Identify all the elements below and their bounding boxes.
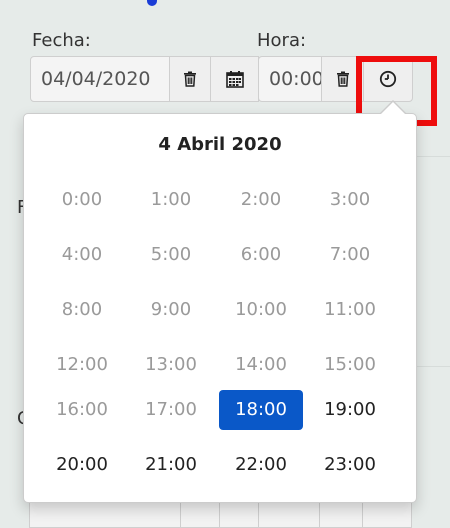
hour-option: 12:00: [56, 354, 108, 375]
calendar-icon: [225, 70, 244, 88]
picker-title: 4 Abril 2020: [158, 134, 282, 155]
hour-option: 6:00: [240, 244, 282, 265]
trash-icon: [336, 71, 350, 87]
hour-option: 10:00: [235, 299, 287, 320]
hour-option: 9:00: [150, 299, 192, 320]
time-input[interactable]: 00:00: [258, 56, 322, 102]
hour-option: 1:00: [150, 189, 192, 210]
hour-option: 13:00: [145, 354, 197, 375]
popup-arrow: [381, 102, 405, 114]
time-label: Hora:: [257, 30, 307, 51]
hour-option: 2:00: [240, 189, 282, 210]
hour-option: 17:00: [145, 399, 197, 420]
hour-option: 16:00: [56, 399, 108, 420]
hour-option[interactable]: 20:00: [40, 445, 124, 485]
hour-option: 15:00: [324, 354, 376, 375]
hour-option[interactable]: 21:00: [129, 445, 213, 485]
hour-option: 7:00: [329, 244, 371, 265]
hour-option: 11:00: [324, 299, 376, 320]
hour-option[interactable]: 22:00: [219, 445, 303, 485]
decorative-dot: [147, 0, 157, 6]
hour-option: 14:00: [235, 354, 287, 375]
date-calendar-button[interactable]: [210, 56, 259, 102]
date-clear-button[interactable]: [169, 56, 211, 102]
hour-option[interactable]: 23:00: [308, 445, 392, 485]
hour-option: 4:00: [61, 244, 103, 265]
hour-option[interactable]: 18:00: [219, 390, 303, 430]
date-label: Fecha:: [32, 30, 91, 51]
date-input[interactable]: 04/04/2020: [30, 56, 170, 102]
hour-option: 5:00: [150, 244, 192, 265]
hour-option[interactable]: 19:00: [308, 390, 392, 430]
hour-option: 8:00: [61, 299, 103, 320]
hour-option: 3:00: [329, 189, 371, 210]
hour-option: 0:00: [61, 189, 103, 210]
trash-icon: [183, 71, 197, 87]
